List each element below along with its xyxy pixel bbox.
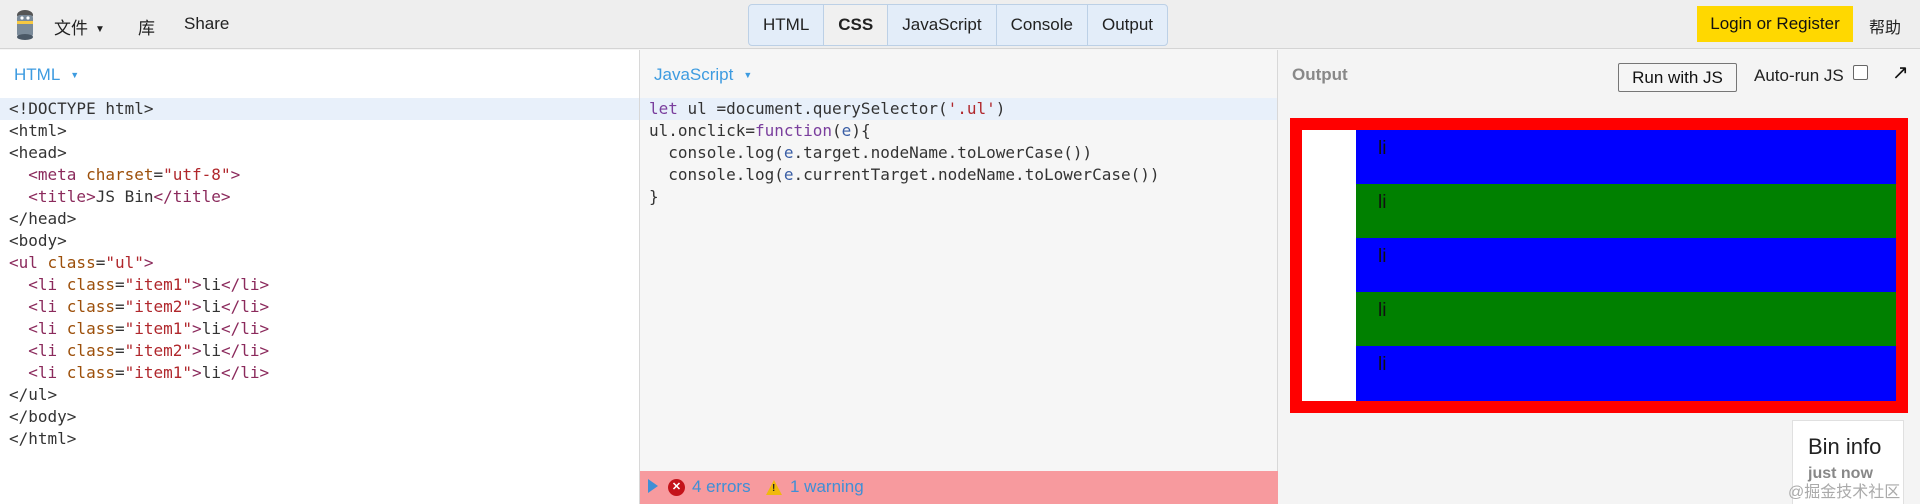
chevron-down-icon: ▼ xyxy=(70,70,80,80)
output-panel: Output Run with JS Auto-run JS ↗ li li l… xyxy=(1278,50,1920,504)
javascript-panel: JavaScript ▼ let ul =document.querySelect… xyxy=(640,50,1278,504)
code-line: <li class="item1">li</li> xyxy=(9,275,270,294)
code-line: <li class="item1">li</li> xyxy=(9,363,270,382)
output-ul[interactable]: li li li li li xyxy=(1290,118,1908,413)
chevron-down-icon: ▼ xyxy=(743,70,753,80)
code-line: } xyxy=(649,187,659,206)
chevron-down-icon: ▼ xyxy=(95,24,105,35)
list-item[interactable]: li xyxy=(1356,346,1896,401)
code-line: let ul =document.querySelector('.ul') xyxy=(640,98,1277,120)
code-line: </html> xyxy=(9,429,77,448)
watermark-text: @掘金技术社区 xyxy=(1788,484,1901,501)
menu-share[interactable]: Share xyxy=(184,14,229,34)
autorun-checkbox[interactable] xyxy=(1853,65,1868,80)
list-item[interactable]: li xyxy=(1356,238,1896,292)
run-with-js-button[interactable]: Run with JS xyxy=(1618,63,1737,92)
code-line: console.log(e.target.nodeName.toLowerCas… xyxy=(649,143,1093,162)
jsbin-logo-icon[interactable] xyxy=(11,9,39,41)
tab-output[interactable]: Output xyxy=(1088,5,1167,45)
code-line: <html> xyxy=(9,121,67,140)
code-line: ul.onclick=function(e){ xyxy=(649,121,871,140)
warnings-count[interactable]: 1 warning xyxy=(790,477,864,497)
html-panel: HTML ▼ <!DOCTYPE html> <html> <head> <met… xyxy=(0,50,640,504)
menu-file-label: 文件 xyxy=(54,19,88,38)
login-register-button[interactable]: Login or Register xyxy=(1697,6,1853,42)
code-line: </ul> xyxy=(9,385,58,404)
ul-content: li li li li li xyxy=(1302,130,1896,401)
menu-library[interactable]: 库 xyxy=(138,14,155,39)
tab-javascript[interactable]: JavaScript xyxy=(888,5,997,45)
tab-css[interactable]: CSS xyxy=(824,5,889,45)
warning-icon: ! xyxy=(766,480,782,495)
html-panel-title[interactable]: HTML ▼ xyxy=(14,65,79,85)
tab-console[interactable]: Console xyxy=(997,5,1088,45)
panel-tabs: HTML CSS JavaScript Console Output xyxy=(748,4,1169,46)
code-line: console.log(e.currentTarget.nodeName.toL… xyxy=(649,165,1160,184)
html-panel-title-label: HTML xyxy=(14,65,61,84)
help-link[interactable]: 帮助 xyxy=(1869,14,1901,38)
popout-arrow-icon[interactable]: ↗ xyxy=(1892,60,1909,85)
code-line: <li class="item2">li</li> xyxy=(9,297,270,316)
code-line: <meta charset="utf-8"> xyxy=(9,165,241,184)
list-item[interactable]: li xyxy=(1356,184,1896,238)
top-bar: 文件 ▼ 库 Share HTML CSS JavaScript Console … xyxy=(0,0,1920,49)
expand-triangle-icon[interactable] xyxy=(648,479,658,493)
code-line: </body> xyxy=(9,407,77,426)
error-bar[interactable]: ✕ 4 errors ! 1 warning xyxy=(640,471,1278,504)
javascript-code-editor[interactable]: let ul =document.querySelector('.ul') ul… xyxy=(640,98,1277,208)
code-line: <head> xyxy=(9,143,67,162)
menu-file[interactable]: 文件 ▼ xyxy=(54,14,105,39)
code-line: <li class="item2">li</li> xyxy=(9,341,270,360)
tab-html[interactable]: HTML xyxy=(749,5,825,45)
code-line: <title>JS Bin</title> xyxy=(9,187,231,206)
code-line: <li class="item1">li</li> xyxy=(9,319,270,338)
javascript-panel-title-label: JavaScript xyxy=(654,65,734,84)
list-item[interactable]: li xyxy=(1356,292,1896,346)
list-item[interactable]: li xyxy=(1356,130,1896,184)
code-line: <!DOCTYPE html> xyxy=(0,98,639,120)
errors-count[interactable]: 4 errors xyxy=(692,477,751,497)
bin-info-title: Bin info xyxy=(1808,434,1882,459)
error-icon: ✕ xyxy=(668,479,685,496)
autorun-label: Auto-run JS xyxy=(1754,66,1844,85)
html-code-editor[interactable]: <!DOCTYPE html> <html> <head> <meta char… xyxy=(0,98,639,450)
code-line: <ul class="ul"> xyxy=(9,253,154,272)
code-line: <body> xyxy=(9,231,67,250)
output-panel-title: Output xyxy=(1292,65,1348,84)
code-line: </head> xyxy=(9,209,77,228)
javascript-panel-title[interactable]: JavaScript ▼ xyxy=(654,65,752,85)
